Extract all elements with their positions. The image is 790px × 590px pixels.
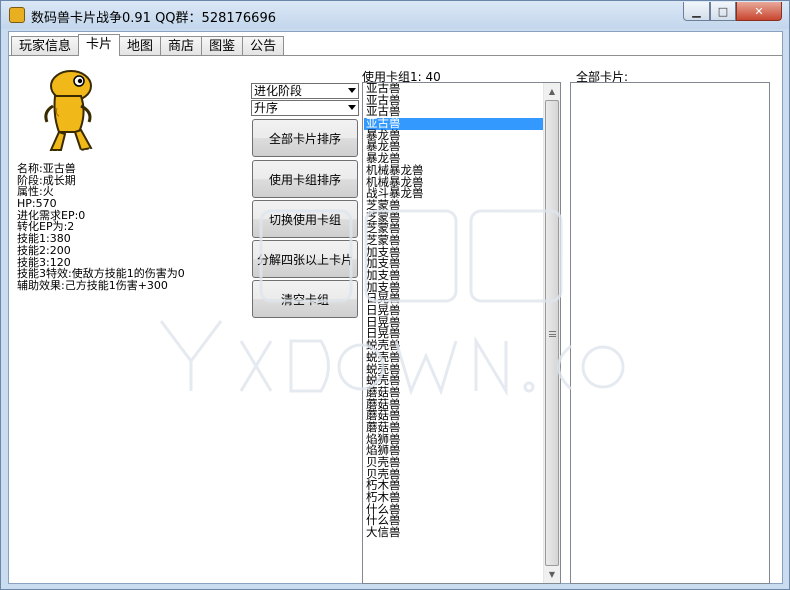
tab-shop[interactable]: 商店 (160, 36, 203, 56)
tab-underline (9, 55, 782, 56)
close-button[interactable]: ✕ (736, 2, 782, 21)
sort-order-select[interactable]: 升序 (251, 100, 359, 116)
tab-announcement[interactable]: 公告 (242, 36, 285, 56)
grip-icon (549, 331, 556, 337)
client-area: 玩家信息 卡片 地图 商店 图鉴 公告 名称:亚古兽 阶段:成长期 属性:火 H… (8, 31, 783, 584)
chevron-down-icon (348, 105, 356, 110)
maximize-button[interactable]: □ (710, 2, 736, 21)
sort-all-cards-button[interactable]: 全部卡片排序 (252, 119, 358, 157)
deck-listbox[interactable]: 亚古兽 亚古兽 亚古兽 亚古兽 暴龙兽 暴龙兽 暴龙兽 机械暴龙兽 机械暴龙兽 战斗暴龙兽 芝蒙兽芝… (362, 82, 561, 584)
tab-cards[interactable]: 卡片 (78, 34, 121, 56)
sort-field-select[interactable]: 进化阶段 (251, 83, 359, 99)
tab-encyclopedia[interactable]: 图鉴 (201, 36, 244, 56)
deck-scrollbar[interactable]: ▲ ▼ (543, 83, 560, 583)
title-bar[interactable]: 数码兽卡片战争0.91 QQ群：528176696 ▁ □ ✕ (1, 1, 789, 29)
scroll-thumb[interactable] (545, 100, 559, 566)
switch-deck-button[interactable]: 切换使用卡组 (252, 200, 358, 238)
sort-field-value: 进化阶段 (254, 84, 303, 98)
sort-order-value: 升序 (254, 101, 279, 115)
scroll-up-icon[interactable]: ▲ (544, 83, 560, 100)
tab-strip: 玩家信息 卡片 地图 商店 图鉴 公告 (11, 34, 285, 56)
card-hp: HP:570 (17, 197, 57, 211)
card-skill2: 技能2:200 (17, 243, 71, 257)
minimize-button[interactable]: ▁ (683, 2, 710, 21)
window-title: 数码兽卡片战争0.91 QQ群：528176696 (31, 11, 276, 26)
deck-items: 亚古兽 亚古兽 亚古兽 亚古兽 暴龙兽 暴龙兽 暴龙兽 机械暴龙兽 机械暴龙兽 战斗暴龙兽 芝蒙兽芝… (364, 83, 544, 539)
tab-player-info[interactable]: 玩家信息 (11, 36, 80, 56)
all-cards-listbox[interactable] (570, 82, 770, 584)
sort-deck-button[interactable]: 使用卡组排序 (252, 160, 358, 198)
card-info-panel: 名称:亚古兽 阶段:成长期 属性:火 HP:570 进化需求EP:0 转化EP为… (17, 163, 197, 292)
app-icon (9, 7, 25, 23)
card-name: 名称:亚古兽 (17, 162, 76, 175)
agumon-sprite-icon (44, 70, 94, 156)
chevron-down-icon (348, 88, 356, 93)
app-window: 数码兽卡片战争0.91 QQ群：528176696 ▁ □ ✕ 玩家信息 卡片 … (0, 0, 790, 590)
tab-map[interactable]: 地图 (119, 36, 162, 56)
decompose-cards-button[interactable]: 分解四张以上卡片 (252, 240, 358, 278)
clear-deck-button[interactable]: 清空卡组 (252, 280, 358, 318)
scroll-down-icon[interactable]: ▼ (544, 566, 560, 583)
list-item[interactable]: 大信兽 (364, 526, 544, 539)
card-support-effect: 辅助效果:己方技能1伤害+300 (17, 278, 168, 292)
